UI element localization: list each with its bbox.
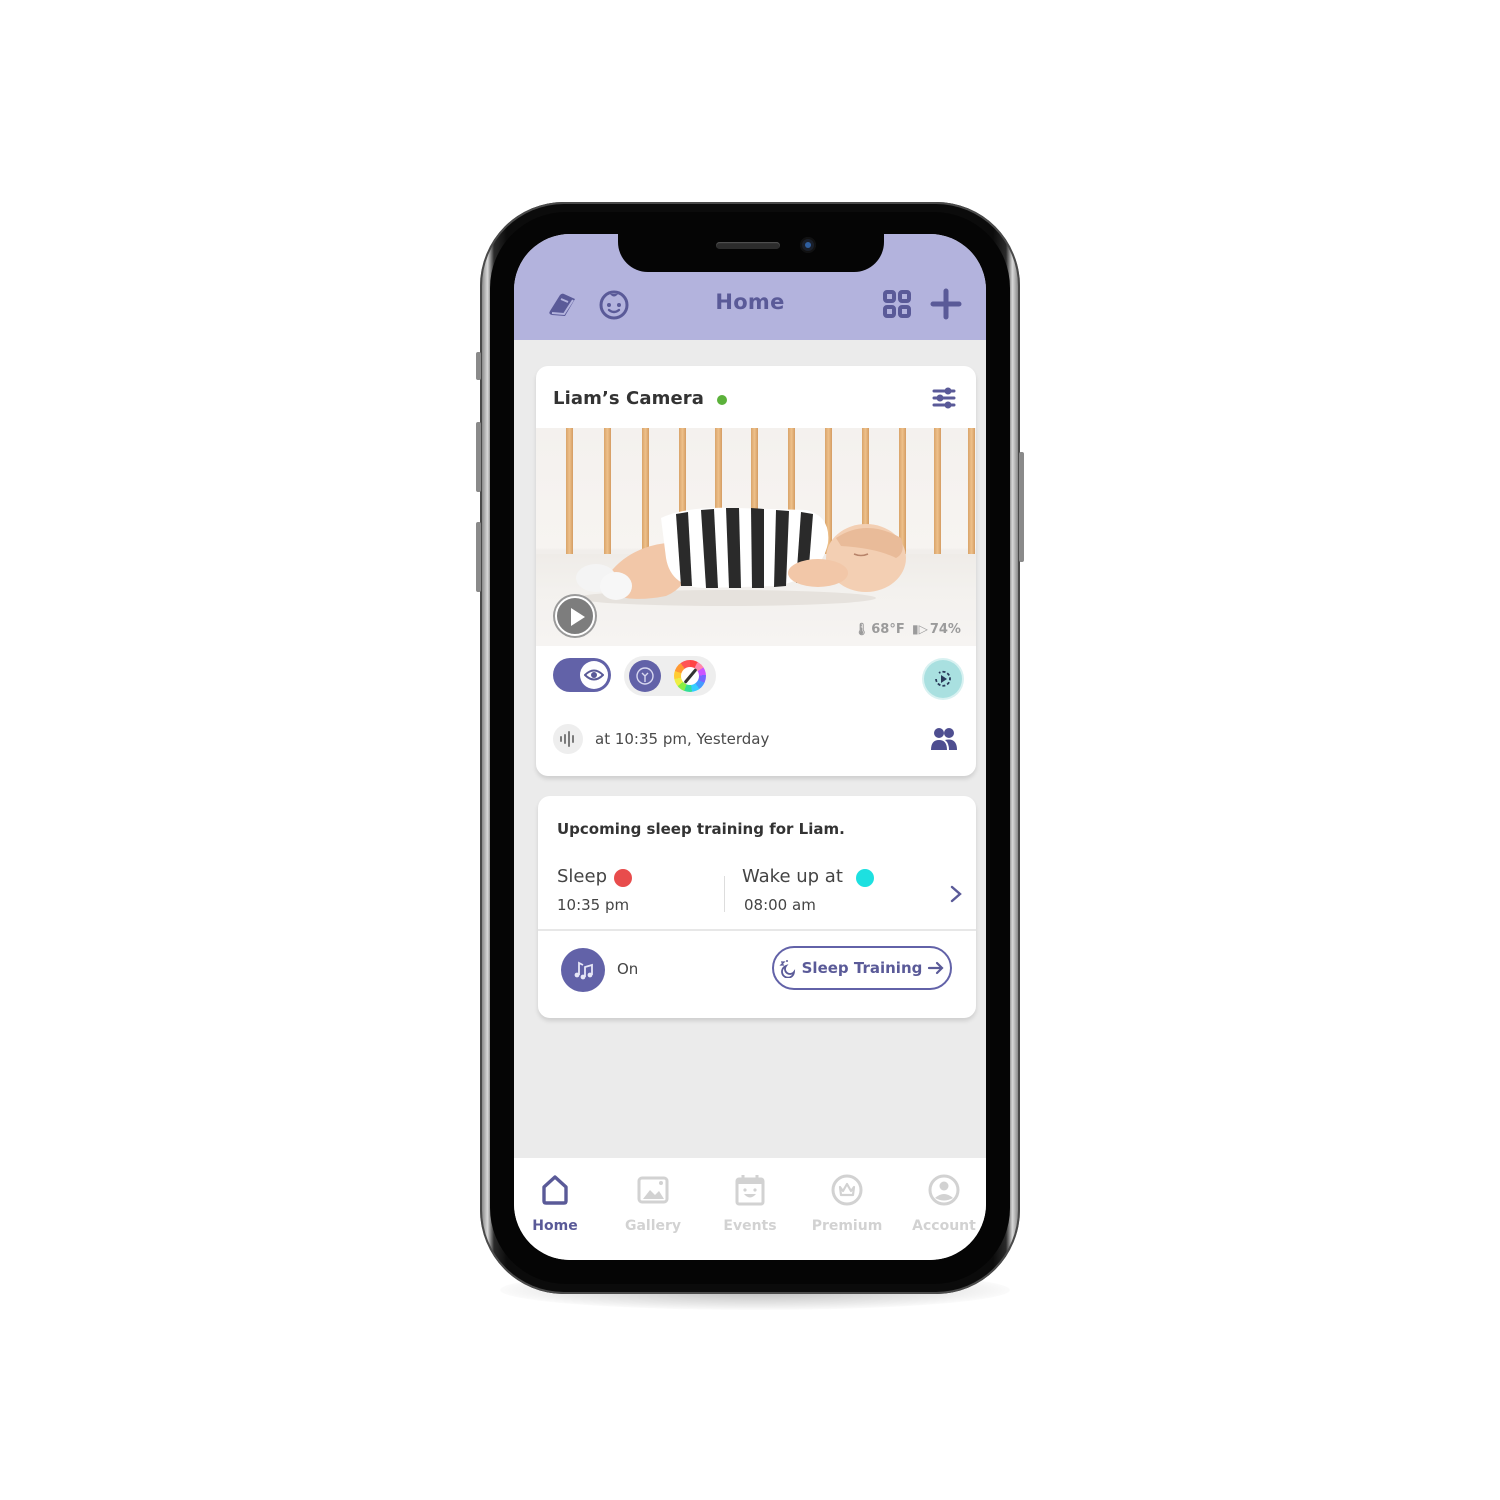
- camera-card: Liam’s Camera 🌡 68°F ▮▷ 74% at 10:35 pm,…: [536, 366, 976, 776]
- play-button[interactable]: [555, 596, 595, 636]
- music-state: On: [617, 960, 639, 978]
- sleep-label: Sleep: [557, 866, 608, 887]
- sleep-time: 10:35 pm: [557, 896, 630, 914]
- light-controls: [624, 656, 716, 696]
- wake-label: Wake up at: [742, 866, 843, 887]
- lightbulb-icon: [636, 667, 654, 685]
- app-screen: Home Liam’s Camera 🌡 68°F ▮▷ 74% at 10:3…: [514, 234, 986, 1260]
- notch: [618, 220, 884, 272]
- temperature-readout: 🌡 68°F: [854, 622, 905, 637]
- night-light-button[interactable]: [629, 660, 661, 692]
- nav-account[interactable]: Account: [899, 1172, 986, 1234]
- bottom-nav: Home Gallery Events Premium Account: [514, 1158, 986, 1260]
- nav-premium[interactable]: Premium: [802, 1172, 892, 1234]
- add-icon[interactable]: [928, 286, 964, 322]
- wake-time: 08:00 am: [744, 896, 816, 914]
- mute-switch: [476, 352, 481, 380]
- camera-name[interactable]: Liam’s Camera: [553, 388, 704, 409]
- eye-icon: [584, 669, 604, 681]
- online-status-dot: [717, 395, 727, 405]
- shared-users-icon[interactable]: [930, 726, 958, 752]
- moon-sleep-icon: [779, 960, 795, 978]
- divider: [724, 876, 725, 912]
- sleep-training-card: Upcoming sleep training for Liam. Sleep …: [538, 796, 976, 1018]
- account-user-icon: [928, 1174, 960, 1206]
- home-icon: [542, 1175, 568, 1205]
- power-button: [1019, 452, 1024, 562]
- music-notes-icon: [574, 961, 593, 980]
- earpiece-speaker: [716, 242, 780, 249]
- sleeping-baby-image: [576, 507, 906, 606]
- replay-button[interactable]: [924, 660, 962, 698]
- divider: [538, 929, 976, 931]
- nav-home[interactable]: Home: [514, 1172, 600, 1234]
- volume-down-button: [476, 522, 481, 592]
- thermometer-icon: 🌡: [854, 622, 870, 636]
- camera-settings-icon[interactable]: [930, 384, 958, 412]
- gallery-icon: [637, 1176, 669, 1204]
- arrow-right-icon: [928, 961, 944, 975]
- lullaby-music-button[interactable]: [561, 948, 605, 992]
- last-event-time: at 10:35 pm, Yesterday: [595, 730, 770, 748]
- battery-readout: ▮▷ 74%: [912, 622, 961, 637]
- front-camera: [800, 237, 816, 253]
- premium-crown-icon: [831, 1174, 863, 1206]
- sleep-training-button[interactable]: Sleep Training: [772, 946, 952, 990]
- sound-wave-icon: [560, 731, 574, 747]
- nav-gallery[interactable]: Gallery: [608, 1172, 698, 1234]
- replay-icon: [935, 670, 951, 687]
- grid-view-icon[interactable]: [879, 286, 915, 322]
- chevron-right-icon[interactable]: [946, 882, 966, 906]
- sound-level-button[interactable]: [553, 724, 583, 754]
- color-picker-button[interactable]: [674, 660, 706, 692]
- events-calendar-icon: [735, 1175, 765, 1206]
- battery-icon: ▮▷: [912, 622, 928, 636]
- nav-events[interactable]: Events: [705, 1172, 795, 1234]
- night-vision-toggle[interactable]: [553, 658, 611, 692]
- page-title: Home: [715, 290, 785, 314]
- training-title: Upcoming sleep training for Liam.: [557, 820, 845, 838]
- wake-color-dot: [856, 869, 874, 887]
- live-video-feed[interactable]: 🌡 68°F ▮▷ 74%: [536, 428, 976, 646]
- volume-up-button: [476, 422, 481, 492]
- sleep-color-dot: [614, 869, 632, 887]
